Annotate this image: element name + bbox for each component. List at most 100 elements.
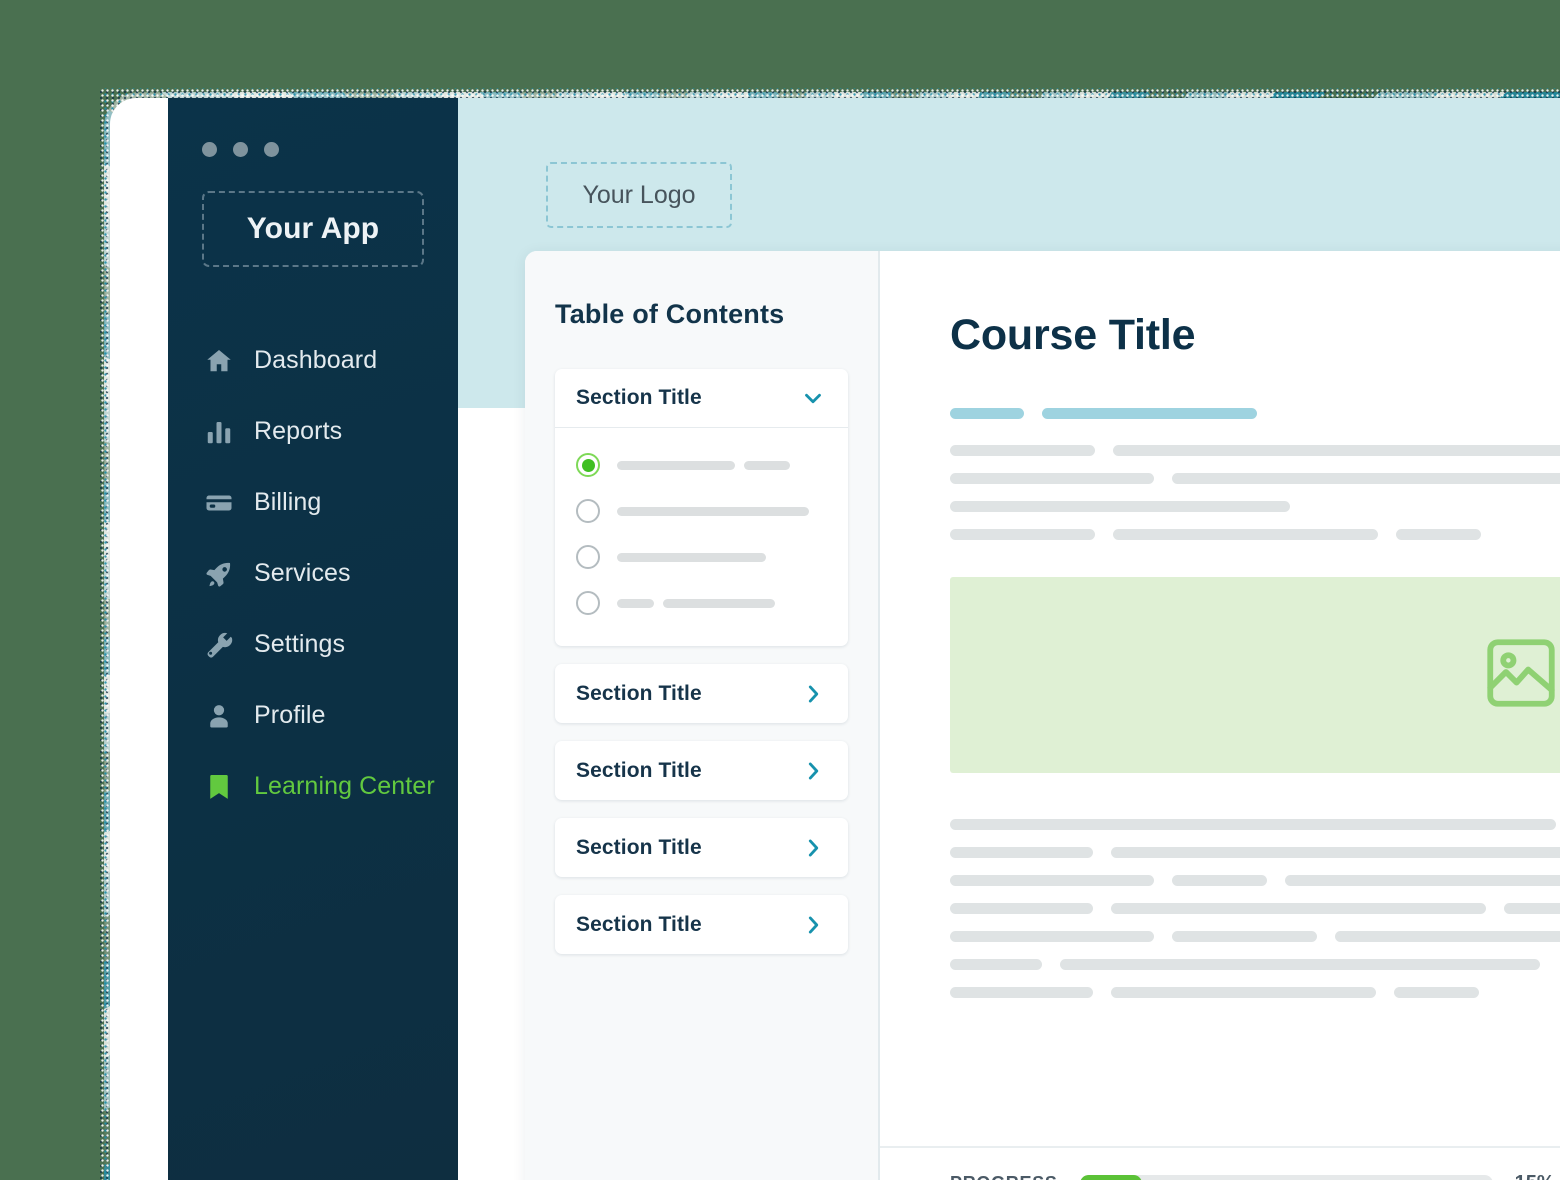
toc-lesson-item[interactable] bbox=[555, 488, 848, 534]
toc-section-header[interactable]: Section Title bbox=[555, 664, 848, 723]
app-window: Your Logo Table of Contents Section Titl… bbox=[110, 98, 1560, 1180]
toc-section-title: Section Title bbox=[576, 681, 702, 705]
toc-lesson-label-placeholder bbox=[617, 506, 809, 516]
toc-lesson-label-placeholder bbox=[617, 460, 790, 470]
placeholder-bar bbox=[1172, 473, 1560, 484]
placeholder-bar bbox=[950, 875, 1154, 886]
course-body: Course Title bbox=[880, 251, 1560, 998]
toc-section-header[interactable]: Section Title bbox=[555, 369, 848, 428]
toc-lesson-label-placeholder bbox=[617, 552, 766, 562]
chevron-right-icon[interactable] bbox=[800, 758, 826, 784]
bar-chart-icon bbox=[204, 417, 234, 447]
logo-placeholder-label: Your Logo bbox=[582, 180, 696, 209]
sidebar-item-dashboard[interactable]: Dashboard bbox=[168, 325, 458, 396]
subtitle-placeholder-row bbox=[950, 408, 1560, 419]
toc-section-header[interactable]: Section Title bbox=[555, 818, 848, 877]
sidebar-item-services[interactable]: Services bbox=[168, 538, 458, 609]
placeholder-line-row bbox=[950, 445, 1560, 456]
radio-unselected-icon[interactable] bbox=[576, 499, 600, 523]
credit-card-icon bbox=[204, 488, 234, 518]
person-icon bbox=[204, 701, 234, 731]
toc-lesson-item[interactable] bbox=[555, 580, 848, 626]
home-icon bbox=[204, 346, 234, 376]
placeholder-bar bbox=[950, 847, 1093, 858]
placeholder-bar bbox=[1504, 903, 1560, 914]
chevron-down-icon[interactable] bbox=[800, 385, 826, 411]
placeholder-bar bbox=[950, 987, 1093, 998]
intro-text-placeholder bbox=[950, 445, 1560, 540]
placeholder-line-row bbox=[950, 847, 1560, 858]
logo-placeholder[interactable]: Your Logo bbox=[546, 162, 732, 228]
toc-heading: Table of Contents bbox=[555, 299, 785, 329]
toc-section-title: Section Title bbox=[576, 835, 702, 859]
radio-unselected-icon[interactable] bbox=[576, 591, 600, 615]
body-text-placeholder bbox=[950, 819, 1560, 998]
placeholder-line-row bbox=[950, 931, 1560, 942]
placeholder-bar bbox=[1285, 875, 1560, 886]
table-of-contents-panel: Table of Contents Section Title Section T… bbox=[525, 251, 880, 1180]
placeholder-line-row bbox=[950, 473, 1560, 484]
progress-fill bbox=[1079, 1174, 1142, 1180]
placeholder-line-row bbox=[950, 959, 1560, 970]
subtitle-placeholder-bar bbox=[1042, 408, 1257, 419]
page-card: Table of Contents Section Title Section T… bbox=[525, 251, 1560, 1180]
sidebar-item-learning-center[interactable]: Learning Center bbox=[168, 751, 458, 822]
sidebar-item-reports[interactable]: Reports bbox=[168, 396, 458, 467]
placeholder-bar bbox=[1172, 875, 1267, 886]
progress-label: PROGRESS bbox=[950, 1173, 1058, 1180]
placeholder-bar bbox=[1172, 931, 1317, 942]
placeholder-bar bbox=[950, 445, 1095, 456]
traffic-light-dot[interactable] bbox=[202, 142, 217, 157]
placeholder-bar bbox=[950, 903, 1093, 914]
placeholder-bar bbox=[617, 506, 809, 516]
sidebar-item-settings[interactable]: Settings bbox=[168, 609, 458, 680]
toc-section-card: Section Title bbox=[555, 369, 848, 646]
toc-section-card: Section Title bbox=[555, 818, 848, 877]
sidebar: Your App Dashboard Reports Billing Services… bbox=[168, 98, 458, 1180]
toc-lesson-label-placeholder bbox=[617, 598, 775, 608]
progress-footer: PROGRESS 15% bbox=[880, 1146, 1560, 1180]
placeholder-bar bbox=[1113, 445, 1560, 456]
toc-section-card: Section Title bbox=[555, 664, 848, 723]
app-name-placeholder[interactable]: Your App bbox=[202, 191, 424, 267]
radio-selected-icon[interactable] bbox=[576, 453, 600, 477]
placeholder-line-row bbox=[950, 903, 1560, 914]
sidebar-item-billing[interactable]: Billing bbox=[168, 467, 458, 538]
traffic-light-dot[interactable] bbox=[233, 142, 248, 157]
sidebar-item-label: Services bbox=[254, 559, 351, 587]
sidebar-item-label: Learning Center bbox=[254, 772, 435, 800]
chevron-right-icon[interactable] bbox=[800, 835, 826, 861]
hero-image-block bbox=[950, 577, 1560, 773]
placeholder-line-row bbox=[950, 819, 1560, 830]
placeholder-bar bbox=[1335, 931, 1560, 942]
sidebar-item-profile[interactable]: Profile bbox=[168, 680, 458, 751]
progress-track[interactable] bbox=[1079, 1174, 1493, 1180]
chevron-right-icon[interactable] bbox=[800, 912, 826, 938]
sidebar-item-label: Reports bbox=[254, 417, 343, 445]
placeholder-bar bbox=[950, 959, 1042, 970]
sidebar-nav: Dashboard Reports Billing Services Settings P… bbox=[168, 325, 458, 822]
chevron-right-icon[interactable] bbox=[800, 681, 826, 707]
toc-section-title: Section Title bbox=[576, 386, 702, 409]
radio-unselected-icon[interactable] bbox=[576, 545, 600, 569]
toc-section-header[interactable]: Section Title bbox=[555, 895, 848, 954]
app-name-label: Your App bbox=[246, 212, 380, 245]
placeholder-line-row bbox=[950, 501, 1560, 512]
main-content-panel: Course Title PROGRESS bbox=[880, 251, 1560, 1180]
sidebar-item-label: Dashboard bbox=[254, 346, 378, 374]
wrench-icon bbox=[204, 630, 234, 660]
toc-section-header[interactable]: Section Title bbox=[555, 741, 848, 800]
placeholder-bar bbox=[950, 529, 1095, 540]
toc-lesson-item[interactable] bbox=[555, 534, 848, 580]
page-title: Course Title bbox=[950, 311, 1196, 359]
placeholder-bar bbox=[1111, 847, 1560, 858]
progress-value: 15% bbox=[1515, 1172, 1555, 1180]
placeholder-bar bbox=[1396, 529, 1481, 540]
toc-lesson-item[interactable] bbox=[555, 442, 848, 488]
toc-section-title: Section Title bbox=[576, 912, 702, 936]
sidebar-item-label: Settings bbox=[254, 630, 346, 658]
rocket-icon bbox=[204, 559, 234, 589]
placeholder-line-row bbox=[950, 875, 1560, 886]
traffic-light-dot[interactable] bbox=[264, 142, 279, 157]
toc-section-list: Section Title Section Title Section Title S… bbox=[555, 369, 848, 954]
